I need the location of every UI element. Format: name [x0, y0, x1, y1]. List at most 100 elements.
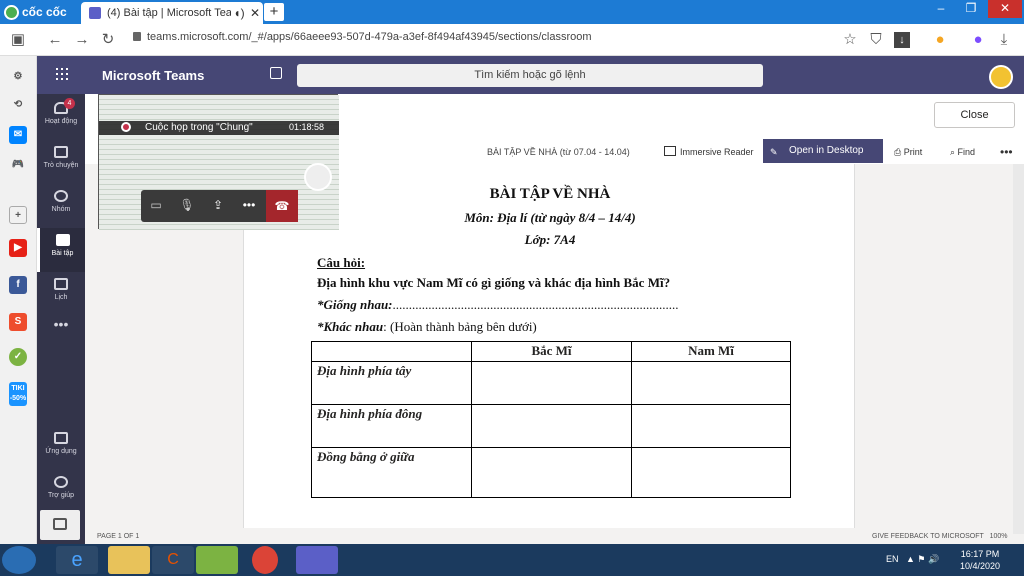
download-icon[interactable]: ↓: [894, 32, 910, 48]
search-input[interactable]: Tìm kiếm hoặc gõ lệnh: [297, 64, 763, 87]
rail-item-activity[interactable]: 4 Hoạt động: [37, 96, 85, 140]
rail-item-chat[interactable]: Trò chuyện: [37, 140, 85, 184]
minimize-button[interactable]: –: [928, 0, 954, 18]
apps-icon: [54, 432, 68, 444]
meeting-timer: 01:18:58: [289, 122, 325, 132]
diff-line: *Khác nhau: (Hoàn thành bảng bên dưới): [317, 319, 537, 334]
rail-item-calendar[interactable]: Lịch: [37, 272, 85, 316]
rail-item-apps[interactable]: Ứng dụng: [37, 426, 85, 470]
window-close-button[interactable]: ✕: [988, 0, 1022, 18]
table-row: Địa hình phía đông: [311, 404, 791, 448]
speaker-icon[interactable]: ◖): [231, 6, 247, 20]
game-icon[interactable]: 🎮: [9, 156, 27, 174]
taskbar: e C EN ▲ ⚑ 🔊 16:17 PM 10/4/2020: [0, 544, 1024, 576]
reload-button[interactable]: ↻: [98, 30, 118, 50]
doc-title: BÀI TẬP VỀ NHÀ (từ 07.04 - 14.04): [487, 147, 630, 157]
rail-item-help[interactable]: Trợ giúp: [37, 470, 85, 514]
tab-title: (4) Bài tập | Microsoft Teams: [107, 7, 231, 19]
coccoc-taskbar-icon[interactable]: [196, 546, 238, 574]
bookmark-star-icon[interactable]: ☆: [840, 30, 860, 50]
zoom-level: 100%: [989, 533, 1008, 540]
clock[interactable]: 16:17 PM 10/4/2020: [960, 548, 1000, 572]
history-icon[interactable]: ⟲: [9, 96, 27, 114]
youtube-icon[interactable]: ▶: [9, 239, 27, 257]
coccoc-leaf-icon[interactable]: ✓: [9, 348, 27, 366]
find-button[interactable]: ⌕ Find: [950, 143, 975, 161]
facebook-icon[interactable]: f: [9, 276, 27, 294]
settings-gear-icon[interactable]: ⚙: [9, 68, 27, 86]
close-button[interactable]: Close: [934, 102, 1015, 128]
page-status: PAGE 1 OF 1: [97, 533, 140, 540]
sidebar-toggle-icon[interactable]: ▣: [8, 30, 28, 50]
meeting-window[interactable]: Cuộc họp trong "Chung" 01:18:58 ▭ 🎙 ⇪ ••…: [98, 94, 339, 230]
ccleaner-icon[interactable]: C: [152, 546, 194, 574]
hang-up-button[interactable]: ☎: [266, 190, 298, 222]
teams-taskbar-icon[interactable]: [296, 546, 338, 574]
new-tab-button[interactable]: +: [264, 3, 284, 21]
teams-rail: 4 Hoạt động Trò chuyện Nhóm Bài tập Lịch …: [37, 94, 85, 544]
book-icon: [664, 146, 676, 156]
table-cell: [471, 361, 632, 405]
avatar[interactable]: [989, 65, 1013, 89]
recording-icon: [121, 122, 131, 132]
table-header-row: Bắc Mĩ Nam Mĩ: [311, 341, 791, 362]
tab-close-icon[interactable]: ✕: [247, 6, 263, 20]
table-cell: [471, 447, 632, 498]
table-row: Địa hình phía tây: [311, 361, 791, 405]
calendar-icon: [54, 278, 68, 290]
download-manager-icon[interactable]: ⤓: [994, 30, 1014, 50]
add-icon[interactable]: +: [9, 206, 27, 224]
self-video-avatar: [304, 163, 332, 191]
shopee-icon[interactable]: S: [9, 313, 27, 331]
chat-icon: [54, 146, 68, 158]
language-indicator[interactable]: EN: [886, 554, 899, 564]
table-cell: [471, 404, 632, 448]
table-header-cell: Nam Mĩ: [631, 341, 791, 362]
more-options-icon[interactable]: •••: [1000, 143, 1013, 161]
table-cell: [631, 361, 791, 405]
download-app-button[interactable]: [40, 510, 80, 540]
lock-icon: [133, 32, 141, 41]
immersive-reader-button[interactable]: Immersive Reader: [664, 143, 754, 161]
maximize-button[interactable]: ❐: [958, 0, 984, 18]
camera-icon[interactable]: ▭: [147, 196, 165, 214]
browser-sidebar: ⚙ ⟲ ✉ 🎮 + ▶ f S ✓ TIKI -50%: [0, 56, 37, 544]
row-label: Địa hình phía tây: [311, 361, 472, 405]
more-apps-icon[interactable]: •••: [37, 316, 85, 338]
alert-icon[interactable]: ●: [930, 30, 950, 50]
question-text: Địa hình khu vực Nam Mĩ có gì giống và k…: [317, 275, 671, 290]
comparison-table: Bắc Mĩ Nam Mĩ Địa hình phía tây Địa hình…: [311, 341, 791, 498]
rail-item-teams[interactable]: Nhóm: [37, 184, 85, 228]
teams-header: Microsoft Teams Tìm kiếm hoặc gõ lệnh: [37, 56, 1024, 94]
ie-icon[interactable]: e: [56, 546, 98, 574]
tray-icons[interactable]: ▲ ⚑ 🔊: [906, 554, 939, 565]
address-bar[interactable]: teams.microsoft.com/_#/apps/66aeee93-507…: [133, 31, 592, 43]
feedback-link[interactable]: GIVE FEEDBACK TO MICROSOFT 100%: [872, 533, 1008, 540]
scrollbar[interactable]: [1013, 164, 1024, 534]
print-button[interactable]: ⎙ Print: [894, 143, 922, 161]
app-launcher-icon[interactable]: [56, 68, 68, 80]
tiki-icon[interactable]: TIKI -50%: [9, 382, 27, 406]
meeting-title: Cuộc họp trong "Chung": [145, 122, 253, 133]
messenger-icon[interactable]: ✉: [9, 126, 27, 144]
browser-tab[interactable]: (4) Bài tập | Microsoft Teams ◖) ✕: [81, 2, 263, 24]
chrome-icon[interactable]: [252, 546, 278, 574]
forward-button[interactable]: →: [72, 30, 92, 50]
open-desktop-app-button[interactable]: Open in Desktop App: [763, 139, 883, 180]
more-icon[interactable]: •••: [240, 196, 258, 214]
shield-icon[interactable]: ⛉: [866, 30, 886, 50]
row-label: Đồng bằng ở giữa: [311, 447, 472, 498]
start-button[interactable]: [2, 546, 36, 574]
question-label: Câu hỏi:: [317, 255, 366, 270]
back-button[interactable]: ←: [45, 30, 65, 50]
explorer-icon[interactable]: [108, 546, 150, 574]
share-screen-icon[interactable]: ⇪: [209, 196, 227, 214]
compose-icon[interactable]: [270, 67, 282, 79]
profile-icon[interactable]: ●: [968, 30, 988, 50]
table-header-cell: [311, 341, 472, 362]
browser-brand[interactable]: cốc cốc: [4, 3, 67, 21]
rail-item-assignments[interactable]: Bài tập: [37, 228, 85, 272]
mic-icon[interactable]: 🎙: [178, 196, 196, 214]
teams-favicon-icon: [89, 7, 101, 19]
help-icon: [54, 476, 68, 488]
